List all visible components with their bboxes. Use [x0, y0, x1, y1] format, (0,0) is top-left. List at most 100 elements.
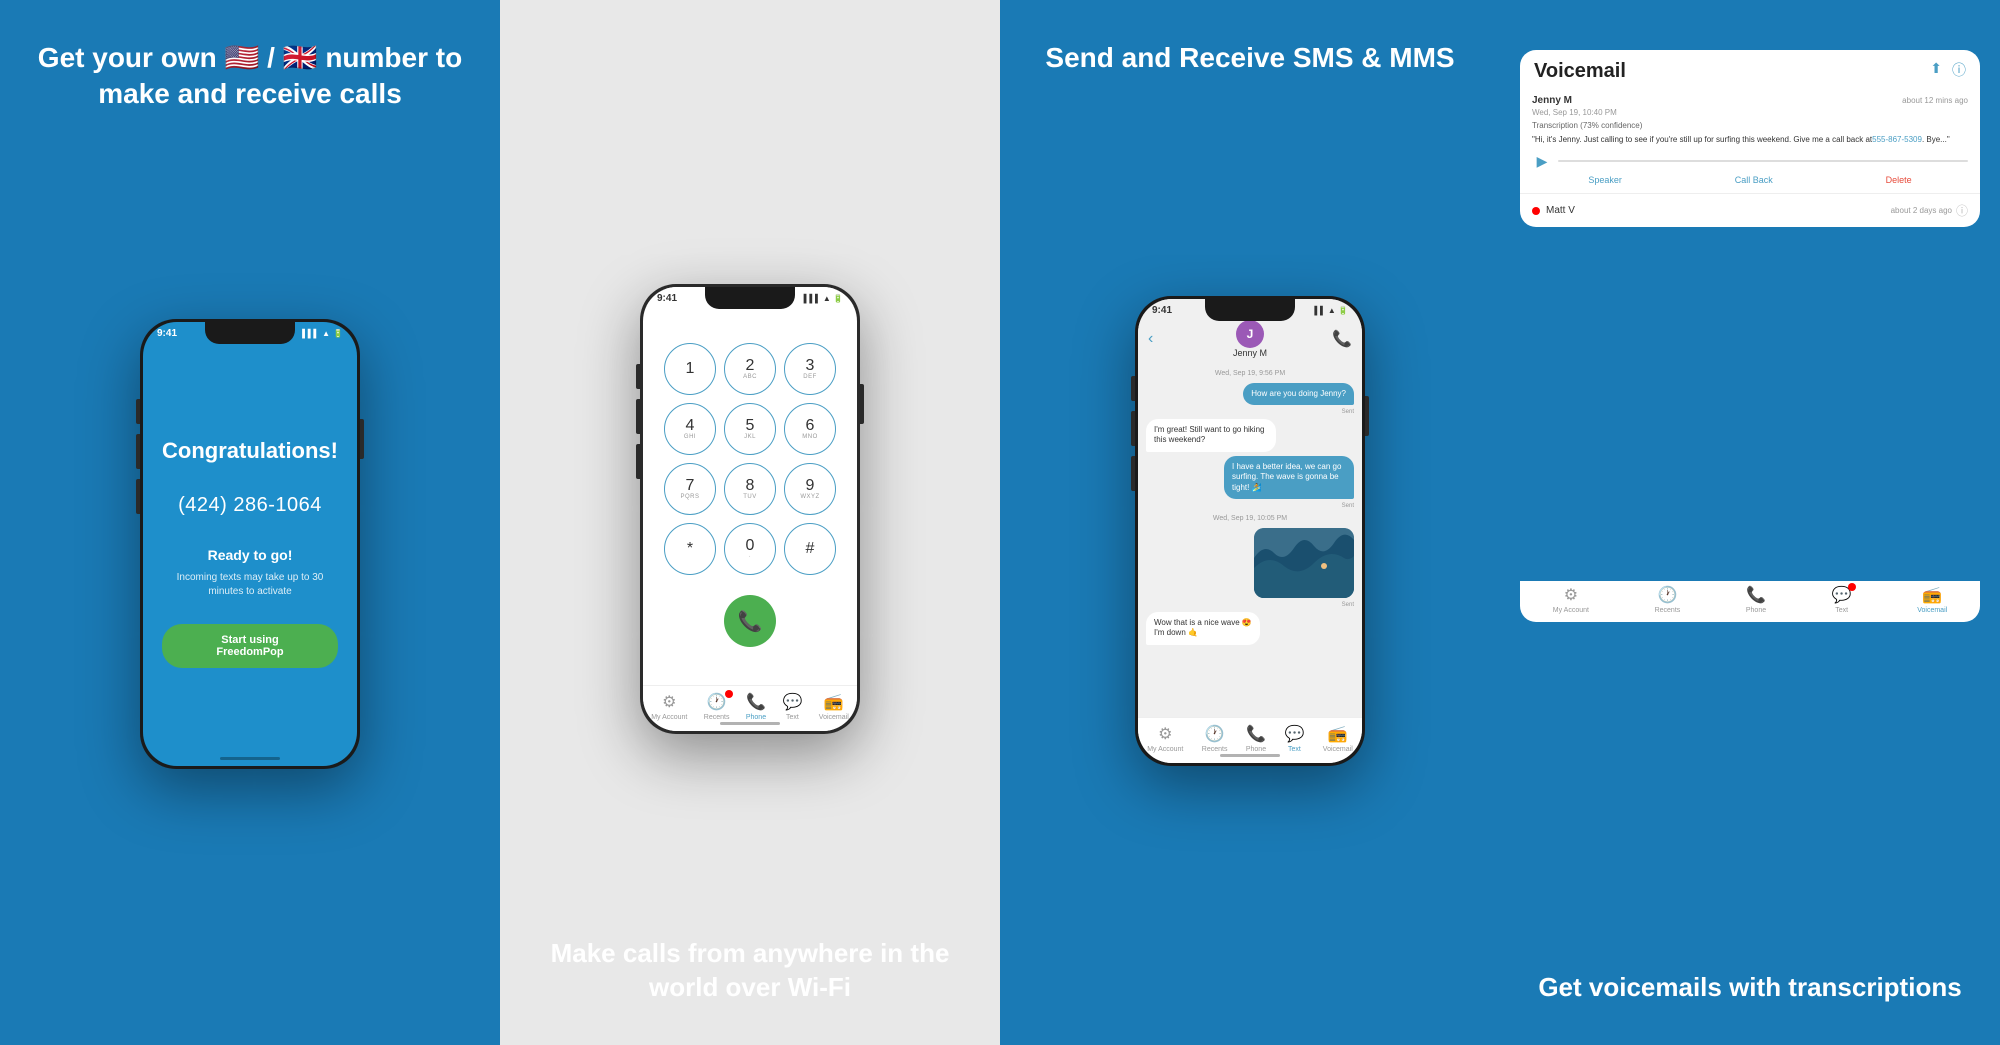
- share-icon[interactable]: ⬆: [1930, 60, 1942, 80]
- tab-recents-4[interactable]: 🕐 Recents: [1655, 585, 1681, 614]
- panel-3: Send and Receive SMS & MMS 9:41 ▌▌ ▲ 🔋 ‹…: [1000, 0, 1500, 1045]
- voicemail-item-matt[interactable]: Matt V about 2 days ago ⓘ: [1520, 194, 1980, 227]
- congrats-text: Congratulations!: [162, 438, 338, 464]
- contact-info: J Jenny M: [1233, 320, 1267, 358]
- voicemail-header-icons: ⬆ ⓘ: [1930, 60, 1966, 80]
- voicemail-icon-3: 📻: [1328, 724, 1348, 744]
- messages-list: Wed, Sep 19, 9:56 PM How are you doing J…: [1138, 364, 1362, 717]
- account-icon-4: ⚙: [1564, 585, 1578, 605]
- recents-badge-2: [725, 690, 733, 698]
- voicemail-header-left: Voicemail: [1534, 60, 1626, 83]
- voicemail-title: Voicemail: [1534, 60, 1626, 83]
- msg-date-2: Wed, Sep 19, 10:05 PM: [1146, 515, 1354, 522]
- status-time-3: 9:41: [1152, 305, 1172, 316]
- back-button[interactable]: ‹: [1148, 330, 1153, 348]
- phone-mockup-2: 9:41 ▌▌▌ ▲ 🔋 1 2ABC 3DEF 4GHI 5JKL 6MNO …: [640, 284, 860, 734]
- incoming-note: Incoming texts may take up to 30 minutes…: [162, 571, 338, 599]
- panel-2: 9:41 ▌▌▌ ▲ 🔋 1 2ABC 3DEF 4GHI 5JKL 6MNO …: [500, 0, 1000, 1045]
- dial-key-7[interactable]: 7PQRS: [664, 463, 716, 515]
- dial-key-9[interactable]: 9WXYZ: [784, 463, 836, 515]
- recents-icon-4: 🕐: [1657, 585, 1677, 605]
- tab-text-3[interactable]: 💬 Text: [1284, 724, 1304, 753]
- phone-icon-4: 📞: [1746, 585, 1766, 605]
- text-badge-4: [1848, 583, 1856, 591]
- progress-bar[interactable]: [1558, 160, 1968, 162]
- tab-voicemail-3[interactable]: 📻 Voicemail: [1323, 724, 1353, 753]
- call-icon[interactable]: 📞: [1332, 329, 1352, 349]
- delete-button[interactable]: Delete: [1886, 175, 1912, 185]
- matt-name: Matt V: [1546, 205, 1575, 216]
- msg-sent-2: Sent: [1146, 503, 1354, 509]
- msg-sent-1: Sent: [1146, 409, 1354, 415]
- voicemail-icon-4: 📻: [1922, 585, 1942, 605]
- voicemail-card: Voicemail ⬆ ⓘ Jenny M about 12 mins ago …: [1520, 50, 1980, 227]
- panel1-title: Get your own 🇺🇸 / 🇬🇧 number to make and …: [20, 40, 480, 113]
- tab-account-3[interactable]: ⚙ My Account: [1147, 724, 1183, 753]
- phone-icon-3: 📞: [1246, 724, 1266, 744]
- msg-sent-3: Sent: [1146, 602, 1354, 608]
- text-icon-3: 💬: [1284, 724, 1304, 744]
- account-icon-2: ⚙: [662, 692, 676, 712]
- tab-phone-3[interactable]: 📞 Phone: [1246, 724, 1266, 753]
- dial-key-3[interactable]: 3DEF: [784, 343, 836, 395]
- phone-number-display: (424) 286-1064: [178, 494, 322, 517]
- voicemail-item-jenny: Jenny M about 12 mins ago Wed, Sep 19, 1…: [1520, 87, 1980, 194]
- panel4-subtitle: Get voicemails with transcriptions: [1528, 971, 1971, 1005]
- play-row: ▶: [1532, 151, 1968, 171]
- tab-recents-2[interactable]: 🕐 Recents: [704, 692, 730, 721]
- tab-voicemail-2[interactable]: 📻 Voicemail: [819, 692, 849, 721]
- dial-key-6[interactable]: 6MNO: [784, 403, 836, 455]
- voicemail-icon-2: 📻: [824, 692, 844, 712]
- account-icon-3: ⚙: [1158, 724, 1172, 744]
- status-time-2: 9:41: [657, 293, 677, 304]
- msg-bubble-right-2: I have a better idea, we can go surfing.…: [1224, 456, 1354, 499]
- message-header: ‹ J Jenny M 📞: [1138, 318, 1362, 364]
- panel3-title: Send and Receive SMS & MMS: [1035, 40, 1464, 76]
- panel-1: Get your own 🇺🇸 / 🇬🇧 number to make and …: [0, 0, 500, 1045]
- speaker-button[interactable]: Speaker: [1588, 175, 1622, 185]
- dial-key-1[interactable]: 1: [664, 343, 716, 395]
- text-icon-2: 💬: [782, 692, 802, 712]
- jenny-vm-text: "Hi, it's Jenny. Just calling to see if …: [1532, 134, 1968, 145]
- callback-number[interactable]: 555-867-5309: [1872, 135, 1922, 144]
- tab-recents-3[interactable]: 🕐 Recents: [1202, 724, 1228, 753]
- tab-voicemail-4[interactable]: 📻 Voicemail: [1917, 585, 1947, 614]
- tab-text-4[interactable]: 💬 Text: [1832, 585, 1852, 614]
- dial-key-4[interactable]: 4GHI: [664, 403, 716, 455]
- wave-image: [1254, 528, 1354, 598]
- status-time-1: 9:41: [157, 328, 177, 339]
- msg-bubble-left-2: Wow that is a nice wave 😍I'm down 🤙: [1146, 612, 1260, 645]
- info-icon[interactable]: ⓘ: [1952, 60, 1966, 80]
- matt-time: about 2 days ago: [1891, 206, 1952, 215]
- jenny-time-ago: about 12 mins ago: [1902, 96, 1968, 105]
- tab-phone-2[interactable]: 📞 Phone: [746, 692, 766, 721]
- status-icons-1: ▌▌▌ ▲ 🔋: [302, 329, 343, 338]
- transcription-label: Transcription (73% confidence): [1532, 121, 1968, 130]
- contact-name: Jenny M: [1233, 348, 1267, 358]
- jenny-name: Jenny M: [1532, 95, 1572, 106]
- phone-mockup-1: 9:41 ▌▌▌ ▲ 🔋 Congratulations! (424) 286-…: [140, 319, 360, 769]
- start-button[interactable]: Start using FreedomPop: [162, 624, 338, 668]
- play-button[interactable]: ▶: [1532, 151, 1552, 171]
- jenny-date: Wed, Sep 19, 10:40 PM: [1532, 108, 1968, 117]
- dial-key-2[interactable]: 2ABC: [724, 343, 776, 395]
- phone-mockup-3: 9:41 ▌▌ ▲ 🔋 ‹ J Jenny M 📞 Wed, Sep 19, 9…: [1135, 296, 1365, 766]
- dial-key-star[interactable]: *: [664, 523, 716, 575]
- dial-key-8[interactable]: 8TUV: [724, 463, 776, 515]
- tab-bar-4: ⚙ My Account 🕐 Recents 📞 Phone 💬 Text 📻 …: [1520, 581, 1980, 622]
- msg-date-1: Wed, Sep 19, 9:56 PM: [1146, 370, 1354, 377]
- recents-icon-2: 🕐: [707, 692, 727, 712]
- callback-button[interactable]: Call Back: [1735, 175, 1773, 185]
- recents-icon-3: 🕐: [1205, 724, 1225, 744]
- dial-key-0[interactable]: 0·: [724, 523, 776, 575]
- tab-phone-4[interactable]: 📞 Phone: [1746, 585, 1766, 614]
- msg-bubble-right-1: How are you doing Jenny?: [1243, 383, 1354, 405]
- call-button[interactable]: 📞: [724, 595, 776, 647]
- matt-info-icon[interactable]: ⓘ: [1956, 202, 1968, 219]
- dial-key-hash[interactable]: #: [784, 523, 836, 575]
- tab-account-2[interactable]: ⚙ My Account: [651, 692, 687, 721]
- tab-account-4[interactable]: ⚙ My Account: [1553, 585, 1589, 614]
- dial-key-5[interactable]: 5JKL: [724, 403, 776, 455]
- tab-text-2[interactable]: 💬 Text: [782, 692, 802, 721]
- panel-4: Voicemail ⬆ ⓘ Jenny M about 12 mins ago …: [1500, 0, 2000, 1045]
